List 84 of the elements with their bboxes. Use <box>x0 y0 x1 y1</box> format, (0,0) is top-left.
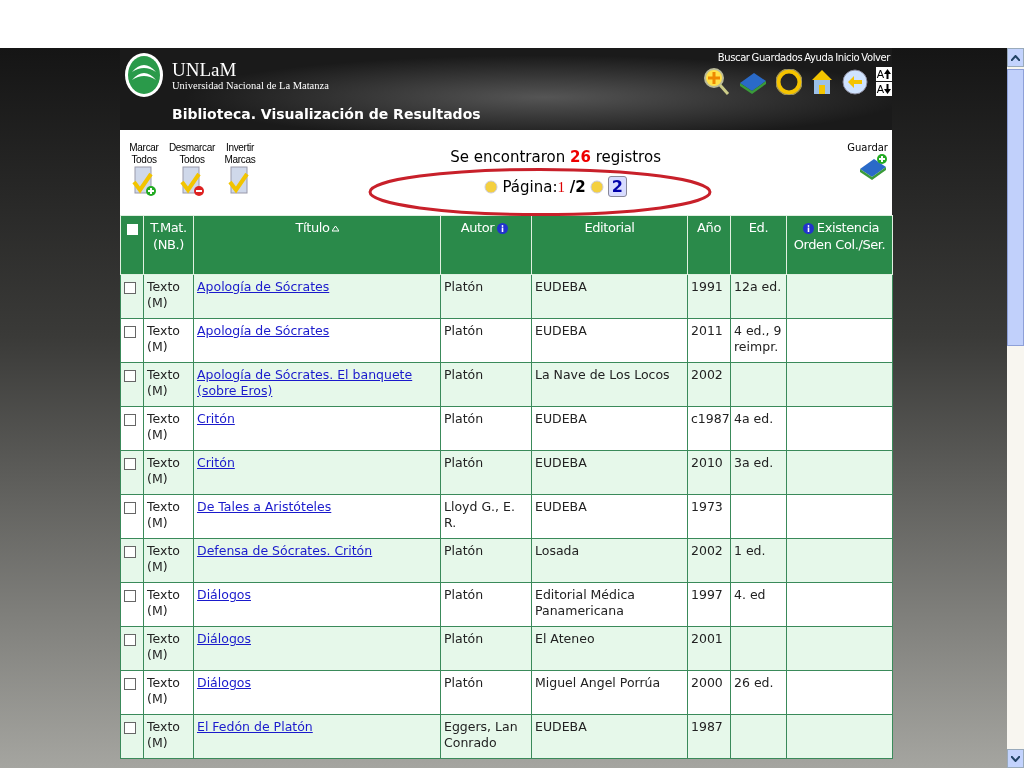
table-cell: EUDEBA <box>531 318 688 363</box>
table-cell: Platón <box>440 538 532 583</box>
table-cell: 1987 <box>687 714 731 759</box>
column-header[interactable]: T.Mat. (NB.) <box>143 215 194 275</box>
table-cell: Editorial Médica Panamericana <box>531 582 688 627</box>
table-cell: 2010 <box>687 450 731 495</box>
page-button[interactable]: 2 <box>607 176 627 197</box>
table-cell: EUDEBA <box>531 274 688 319</box>
table-cell: c1987 <box>687 406 731 451</box>
table-cell: 3a ed. <box>730 450 787 495</box>
title-link[interactable]: Critón <box>197 411 235 427</box>
table-cell: 4 ed., 9 reimpr. <box>730 318 787 363</box>
table-cell: Texto (M) <box>143 318 194 363</box>
table-cell: Losada <box>531 538 688 583</box>
table-cell: Platón <box>440 626 532 671</box>
column-header[interactable]: Autor <box>440 215 532 275</box>
table-cell: 4a ed. <box>730 406 787 451</box>
title-link[interactable]: Apología de Sócrates <box>197 279 330 295</box>
table-cell: 4. ed <box>730 582 787 627</box>
page-title: Biblioteca. Visualización de Resultados <box>172 106 481 122</box>
table-cell: Platón <box>440 362 532 407</box>
save-button[interactable]: Guardar <box>847 130 892 215</box>
nav-link[interactable]: Guardados <box>751 52 803 63</box>
table-cell: 1991 <box>687 274 731 319</box>
table-cell: 1997 <box>687 582 731 627</box>
title-link[interactable]: Diálogos <box>197 675 251 691</box>
nav-link[interactable]: Volver <box>861 52 890 63</box>
font-increase-button[interactable]: A <box>875 67 892 81</box>
title-link[interactable]: Diálogos <box>197 631 251 647</box>
column-header[interactable]: Ed. <box>730 215 787 275</box>
table-cell: 2001 <box>687 626 731 671</box>
table-cell: Lloyd G., E. R. <box>440 494 532 539</box>
table-cell: 2011 <box>687 318 731 363</box>
table-cell: Platón <box>440 274 532 319</box>
table-cell: 1973 <box>687 494 731 539</box>
table-cell: 2000 <box>687 670 731 715</box>
column-header[interactable]: Título <box>193 215 441 275</box>
table-cell: Texto (M) <box>143 450 194 495</box>
table-cell: Platón <box>440 450 532 495</box>
title-link[interactable]: El Fedón de Platón <box>197 719 313 735</box>
table-cell: Miguel Angel Porrúa <box>531 670 688 715</box>
nav-link[interactable]: Buscar <box>717 52 750 63</box>
table-cell: Texto (M) <box>143 714 194 759</box>
table-cell: Texto (M) <box>143 626 194 671</box>
nav-link[interactable]: Ayuda <box>804 52 834 63</box>
brand-name: UNLaM <box>172 59 238 80</box>
font-decrease-button[interactable]: A <box>875 82 892 96</box>
table-cell: EUDEBA <box>531 406 688 451</box>
table-cell: Texto (M) <box>143 670 194 715</box>
table-cell: Texto (M) <box>143 406 194 451</box>
table-cell: Eggers, Lan Conrado <box>440 714 532 759</box>
brand-subtitle: Universidad Nacional de La Matanza <box>172 79 329 91</box>
column-header[interactable]: Existencia Orden Col./Ser. <box>786 215 893 275</box>
title-link[interactable]: Diálogos <box>197 587 251 603</box>
column-header[interactable]: Editorial <box>531 215 688 275</box>
table-cell: 1 ed. <box>730 538 787 583</box>
table-cell: El Ateneo <box>531 626 688 671</box>
table-cell: EUDEBA <box>531 714 688 759</box>
table-cell: Texto (M) <box>143 362 194 407</box>
table-cell: Texto (M) <box>143 538 194 583</box>
title-link[interactable]: De Tales a Aristóteles <box>197 499 332 515</box>
table-cell: Texto (M) <box>143 274 194 319</box>
table-cell: EUDEBA <box>531 494 688 539</box>
table-cell: 2002 <box>687 362 731 407</box>
table-cell: Platón <box>440 406 532 451</box>
mark-action-button[interactable]: Invertir Marcas <box>216 142 264 215</box>
mark-action-button[interactable]: Marcar Todos <box>120 142 168 215</box>
table-cell: 2002 <box>687 538 731 583</box>
nav-link[interactable]: Inicio <box>835 52 860 63</box>
title-link[interactable]: Critón <box>197 455 235 471</box>
table-cell: La Nave de Los Locos <box>531 362 688 407</box>
table-cell: Platón <box>440 318 532 363</box>
table-cell: EUDEBA <box>531 450 688 495</box>
table-cell: Texto (M) <box>143 494 194 539</box>
table-cell: 26 ed. <box>730 670 787 715</box>
column-header[interactable]: Año <box>687 215 731 275</box>
title-link[interactable]: Apología de Sócrates <box>197 323 330 339</box>
table-cell: Texto (M) <box>143 582 194 627</box>
mark-action-button[interactable]: Desmarcar Todos <box>168 142 216 215</box>
table-cell: 12a ed. <box>730 274 787 319</box>
table-cell: Platón <box>440 670 532 715</box>
page-label: Página:1 /2 <box>502 177 586 196</box>
results-count-text: Se encontraron 26 registros <box>450 148 661 166</box>
table-cell: Platón <box>440 582 532 627</box>
